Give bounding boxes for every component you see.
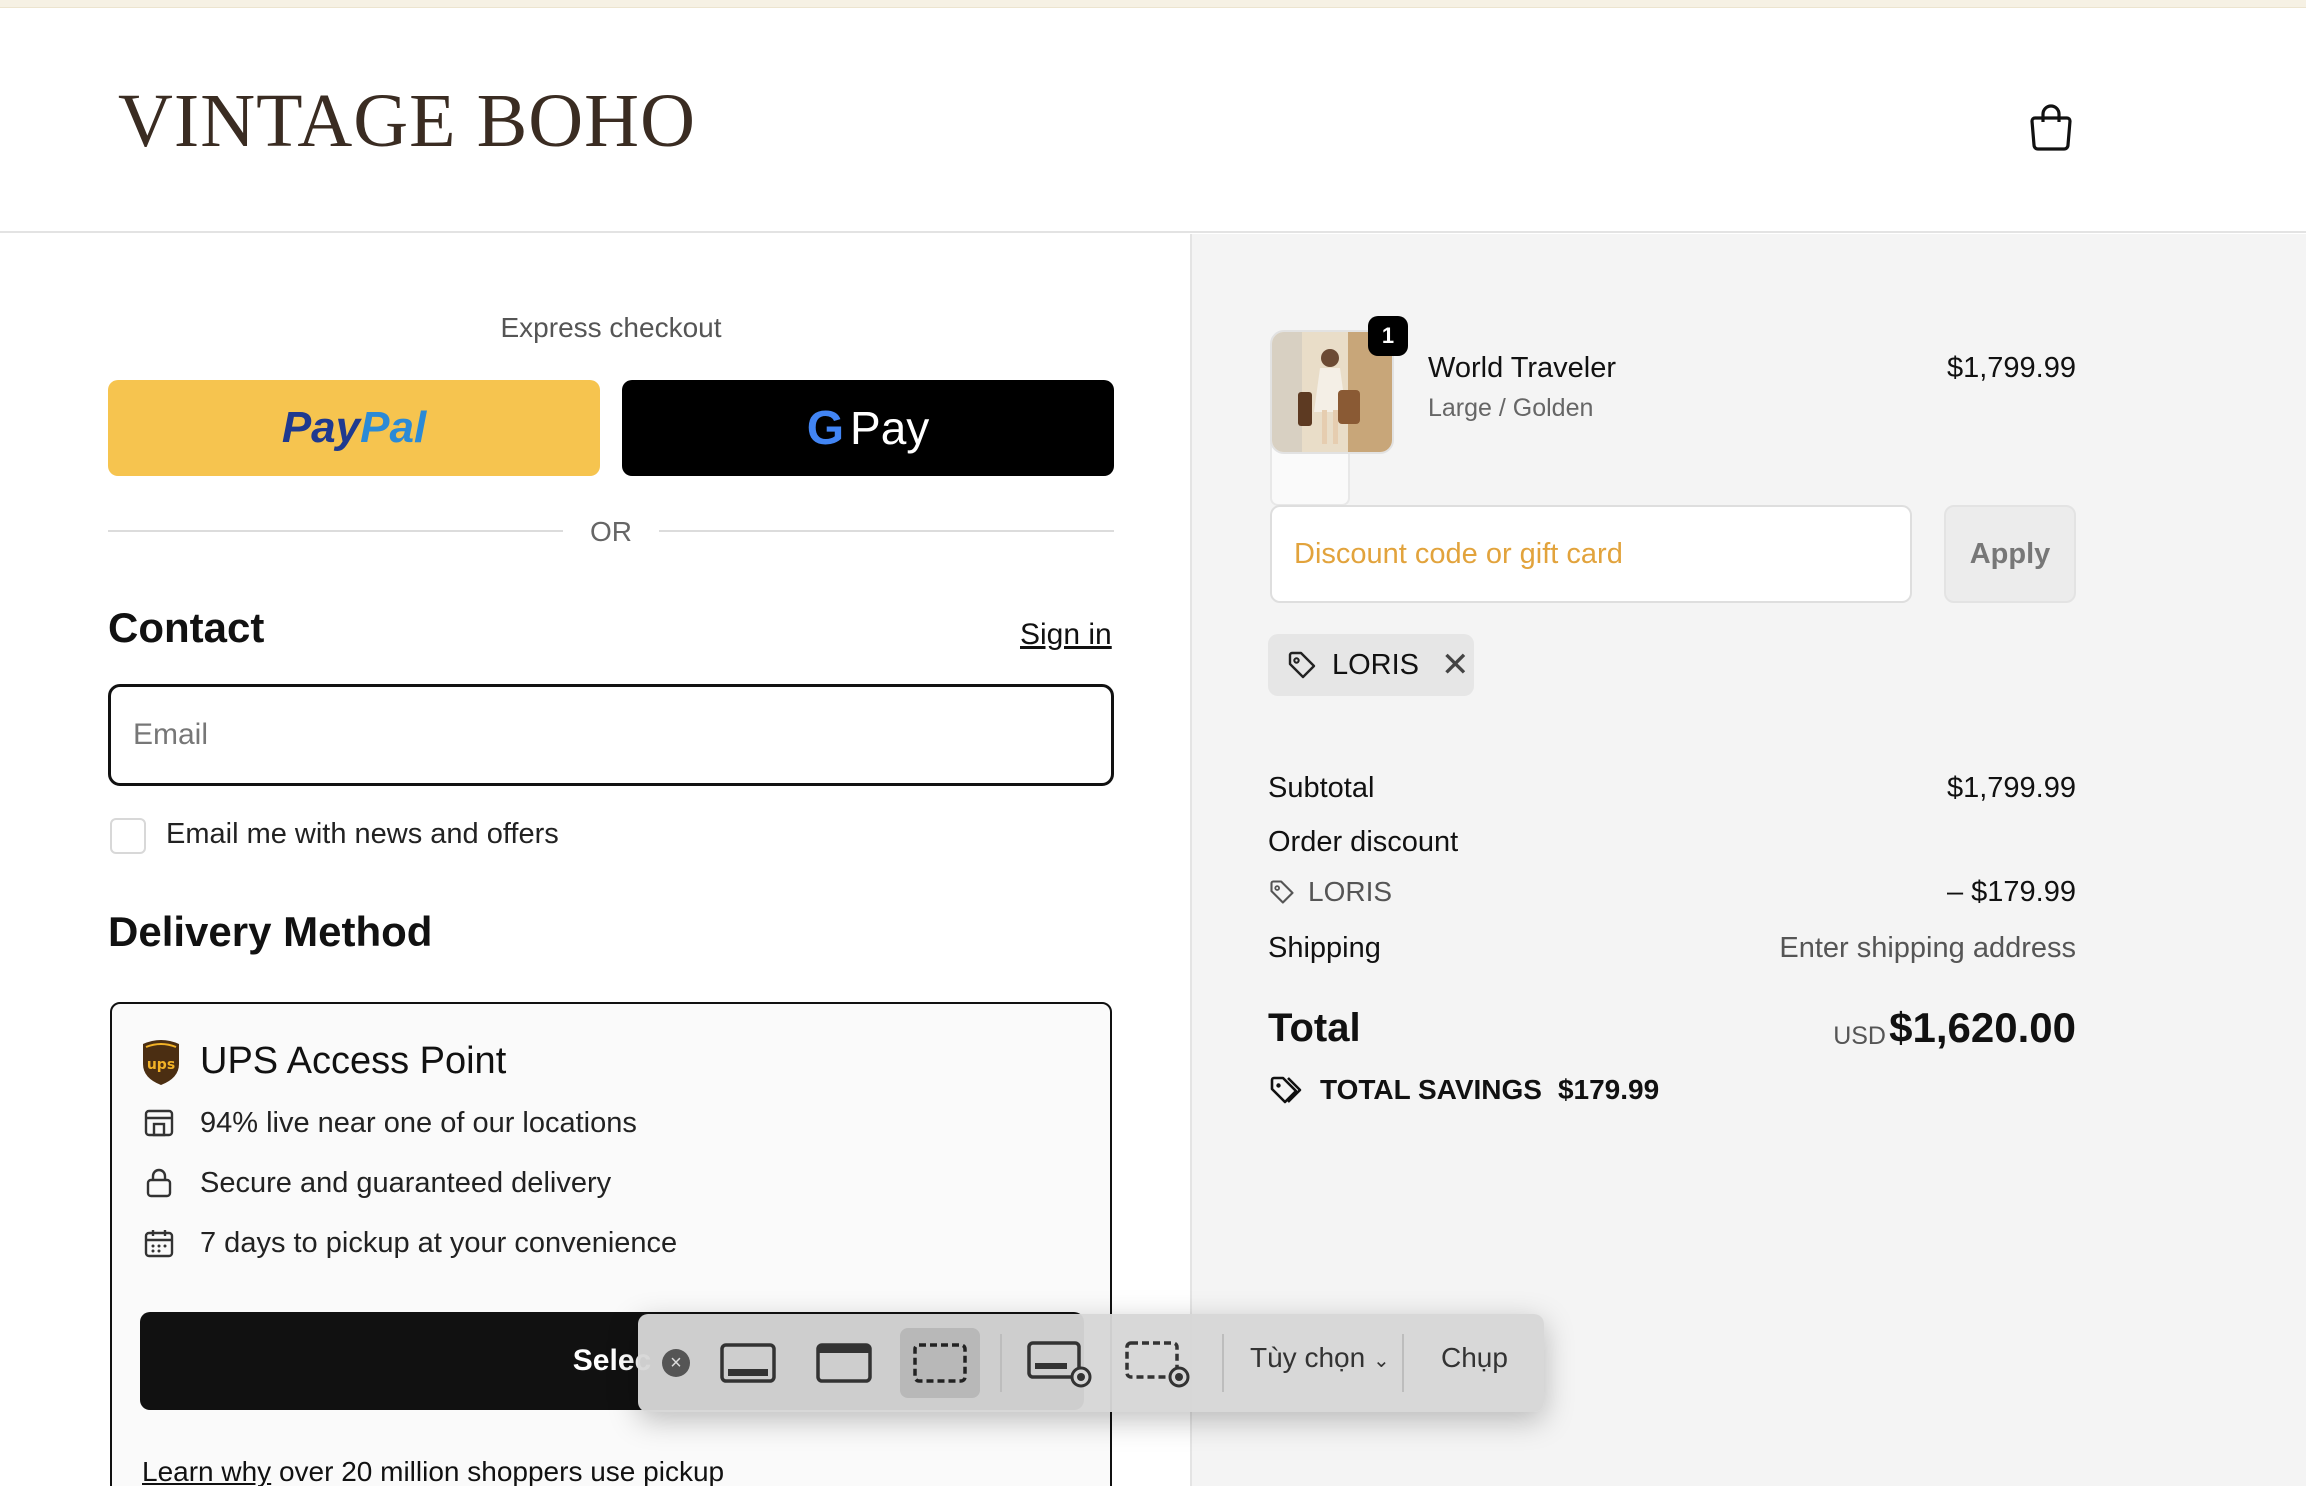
calendar-icon <box>144 1230 174 1258</box>
quantity-badge: 1 <box>1368 316 1408 356</box>
close-icon[interactable]: × <box>662 1349 690 1377</box>
ups-logo-icon: ups <box>143 1040 179 1085</box>
order-discount-label: Order discount <box>1268 826 1459 858</box>
tag-icon <box>1288 651 1316 679</box>
delivery-option-title: UPS Access Point <box>200 1040 507 1082</box>
contact-heading: Contact <box>108 604 265 651</box>
svg-text:ups: ups <box>147 1057 175 1073</box>
shipping-label: Shipping <box>1268 932 1381 964</box>
record-screen-icon <box>1027 1341 1092 1388</box>
total-value: $1,620.00 <box>1889 1004 2076 1051</box>
applied-discount-chip: LORIS ✕ <box>1268 634 1474 696</box>
sign-in-link[interactable]: Sign in <box>1020 618 1112 651</box>
or-separator: OR <box>108 512 1114 552</box>
store-logo[interactable]: VINTAGE BOHO <box>118 78 696 165</box>
feature-row: 94% live near one of our locations <box>142 1106 637 1140</box>
record-selection-icon <box>1125 1341 1190 1388</box>
record-screen-button[interactable] <box>1020 1328 1100 1398</box>
product-name: World Traveler <box>1428 352 1617 384</box>
paypal-button[interactable]: Pay Pal <box>108 380 600 476</box>
discount-value: – $179.99 <box>1946 876 2076 908</box>
screenshot-toolbar: × Tùy chọn ⌄ Chụp <box>638 1314 1544 1412</box>
lock-icon <box>146 1168 172 1198</box>
discount-code-input[interactable] <box>1270 505 1912 603</box>
capture-window-button[interactable] <box>804 1328 884 1398</box>
express-checkout-label: Express checkout <box>500 312 722 343</box>
google-g-icon: G <box>806 401 845 455</box>
newsletter-checkbox[interactable] <box>110 818 146 854</box>
record-selection-button[interactable] <box>1118 1328 1198 1398</box>
selection-icon <box>913 1343 967 1383</box>
capture-selection-button[interactable] <box>900 1328 980 1398</box>
ups-access-point-card[interactable]: ups UPS Access Point 94% live near one o… <box>110 1002 1112 1486</box>
store-icon <box>144 1109 174 1137</box>
product-price: $1,799.99 <box>1946 352 2076 384</box>
email-field[interactable] <box>108 684 1114 786</box>
newsletter-label: Email me with news and offers <box>166 818 559 850</box>
chevron-down-icon: ⌄ <box>1372 1350 1390 1372</box>
product-variant: Large / Golden <box>1428 394 1594 422</box>
total-savings: TOTAL SAVINGS $179.99 <box>1268 1072 1659 1108</box>
top-accent-strip <box>0 0 2306 8</box>
pickup-info-text: Learn why over 20 million shoppers use p… <box>142 1456 725 1486</box>
shopping-bag-icon[interactable] <box>2027 100 2075 152</box>
remove-discount-icon[interactable]: ✕ <box>1441 648 1470 682</box>
capture-entire-screen-button[interactable] <box>708 1328 788 1398</box>
learn-why-link[interactable]: Learn why <box>142 1456 271 1486</box>
subtotal-label: Subtotal <box>1268 772 1375 804</box>
options-dropdown[interactable]: Tùy chọn ⌄ <box>1250 1342 1390 1374</box>
tags-icon <box>1270 1076 1302 1104</box>
google-pay-button[interactable]: G Pay <box>622 380 1114 476</box>
subtotal-value: $1,799.99 <box>1946 772 2076 804</box>
apply-discount-button[interactable]: Apply <box>1944 505 2076 603</box>
currency-code: USD <box>1833 1022 1886 1050</box>
delivery-method-heading: Delivery Method <box>108 908 433 955</box>
site-header: VINTAGE BOHO <box>0 8 2306 233</box>
capture-button[interactable]: Chụp <box>1441 1342 1508 1374</box>
feature-row: Secure and guaranteed delivery <box>142 1166 611 1200</box>
shipping-value: Enter shipping address <box>1779 932 2076 964</box>
window-icon <box>816 1343 872 1383</box>
feature-row: 7 days to pickup at your convenience <box>142 1226 677 1260</box>
total-label: Total <box>1268 1006 1361 1050</box>
screen-icon <box>720 1343 776 1383</box>
discount-code-line: LORIS <box>1268 876 1392 908</box>
tag-icon <box>1270 880 1294 904</box>
